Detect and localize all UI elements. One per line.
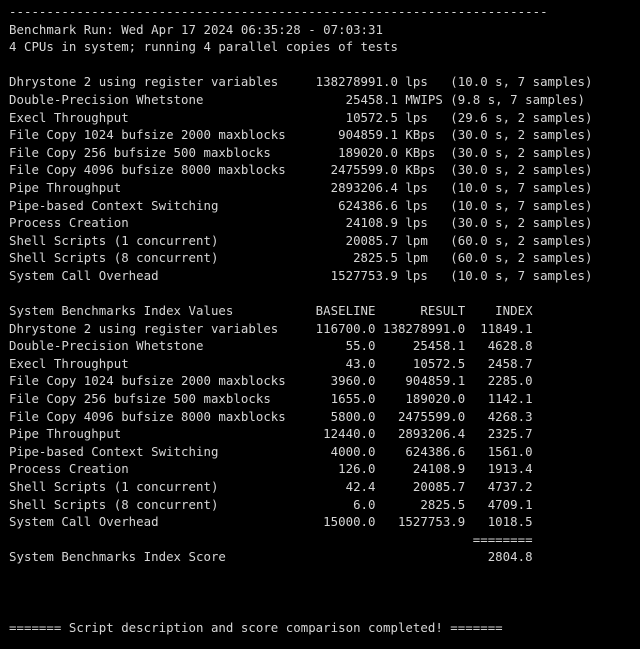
index-row: File Copy 4096 bufsize 8000 maxblocks 58… bbox=[9, 408, 533, 424]
cpu-info-line: 4 CPUs in system; running 4 parallel cop… bbox=[9, 39, 398, 55]
index-rule: ======== bbox=[9, 531, 533, 547]
raw-result-row: System Call Overhead 1527753.9 lps (10.0… bbox=[9, 267, 593, 283]
benchmark-run-line: Benchmark Run: Wed Apr 17 2024 06:35:28 … bbox=[9, 21, 383, 37]
raw-result-row: File Copy 4096 bufsize 8000 maxblocks 24… bbox=[9, 162, 593, 178]
raw-result-row: File Copy 1024 bufsize 2000 maxblocks 90… bbox=[9, 127, 593, 143]
raw-result-row: Double-Precision Whetstone 25458.1 MWIPS… bbox=[9, 91, 585, 107]
index-row: File Copy 256 bufsize 500 maxblocks 1655… bbox=[9, 391, 533, 407]
index-rows-block: Dhrystone 2 using register variables 116… bbox=[9, 320, 640, 531]
index-score-line: System Benchmarks Index Score 2804.8 bbox=[9, 549, 533, 565]
index-row: Double-Precision Whetstone 55.0 25458.1 … bbox=[9, 338, 533, 354]
raw-result-row: Pipe Throughput 2893206.4 lps (10.0 s, 7… bbox=[9, 179, 593, 195]
raw-result-row: Shell Scripts (1 concurrent) 20085.7 lpm… bbox=[9, 232, 593, 248]
raw-result-row: Pipe-based Context Switching 624386.6 lp… bbox=[9, 197, 593, 213]
index-row: Shell Scripts (8 concurrent) 6.0 2825.5 … bbox=[9, 496, 533, 512]
raw-result-row: Process Creation 24108.9 lps (30.0 s, 2 … bbox=[9, 215, 593, 231]
index-table-header: System Benchmarks Index Values BASELINE … bbox=[9, 303, 533, 319]
footer-completion-line: ======= Script description and score com… bbox=[9, 619, 503, 635]
raw-result-row: Shell Scripts (8 concurrent) 2825.5 lpm … bbox=[9, 250, 593, 266]
index-row: File Copy 1024 bufsize 2000 maxblocks 39… bbox=[9, 373, 533, 389]
index-row: Execl Throughput 43.0 10572.5 2458.7 bbox=[9, 355, 533, 371]
index-row: Pipe-based Context Switching 4000.0 6243… bbox=[9, 443, 533, 459]
index-row: Pipe Throughput 12440.0 2893206.4 2325.7 bbox=[9, 426, 533, 442]
index-row: System Call Overhead 15000.0 1527753.9 1… bbox=[9, 514, 533, 530]
raw-results-block: Dhrystone 2 using register variables 138… bbox=[9, 73, 640, 284]
index-row: Shell Scripts (1 concurrent) 42.4 20085.… bbox=[9, 479, 533, 495]
raw-result-row: File Copy 256 bufsize 500 maxblocks 1890… bbox=[9, 144, 593, 160]
separator-line-top: ----------------------------------------… bbox=[9, 4, 548, 19]
raw-result-row: Dhrystone 2 using register variables 138… bbox=[9, 74, 593, 90]
index-row: Process Creation 126.0 24108.9 1913.4 bbox=[9, 461, 533, 477]
index-row: Dhrystone 2 using register variables 116… bbox=[9, 320, 533, 336]
raw-result-row: Execl Throughput 10572.5 lps (29.6 s, 2 … bbox=[9, 109, 593, 125]
terminal-output: ----------------------------------------… bbox=[0, 0, 640, 649]
